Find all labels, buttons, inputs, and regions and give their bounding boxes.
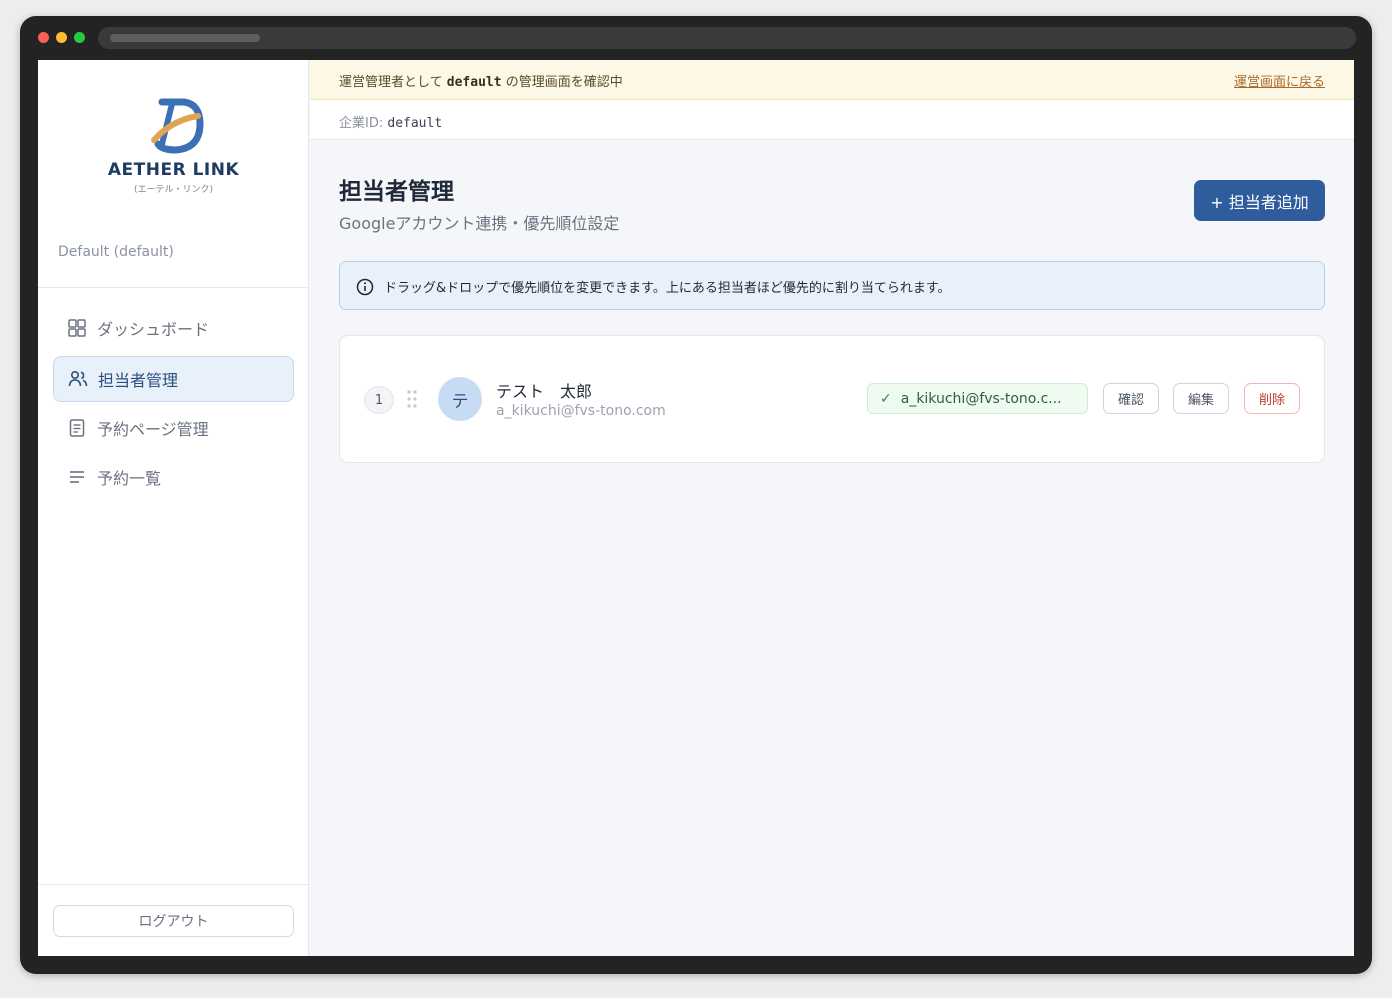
info-icon: [356, 278, 374, 296]
google-linked-badge: ✓ a_kikuchi@fvs-tono.c...: [867, 383, 1088, 414]
delete-button[interactable]: 削除: [1244, 383, 1300, 414]
close-window-button[interactable]: [38, 32, 49, 43]
grid-icon: [68, 319, 86, 337]
address-bar[interactable]: [98, 27, 1356, 49]
banner-prefix: 運営管理者として: [339, 75, 443, 90]
sidebar-item-label: ダッシュボード: [97, 320, 210, 339]
sidebar-item-staff[interactable]: 担当者管理: [53, 356, 294, 402]
back-to-admin-link[interactable]: 運営画面に戻る: [1234, 71, 1325, 90]
maximize-window-button[interactable]: [74, 32, 85, 43]
company-id-bar: 企業ID: default: [310, 100, 1354, 140]
confirm-button[interactable]: 確認: [1103, 383, 1159, 414]
page-subtitle: Googleアカウント連携・優先順位設定: [339, 214, 620, 233]
page-viewport: AETHER LINK (エーテル・リンク) Default (default)…: [38, 60, 1354, 956]
banner-suffix: の管理画面を確認中: [505, 75, 623, 90]
info-alert: ドラッグ&ドロップで優先順位を変更できます。上にある担当者ほど優先的に割り当てら…: [339, 261, 1325, 310]
brand-name: AETHER LINK: [107, 160, 240, 180]
users-icon: [68, 370, 88, 387]
sidebar-item-label: 予約一覧: [97, 469, 162, 488]
sidebar-item-dashboard[interactable]: ダッシュボード: [53, 305, 294, 351]
staff-email: a_kikuchi@fvs-tono.com: [496, 403, 666, 419]
brand-subtitle: (エーテル・リンク): [133, 185, 214, 195]
aether-link-logo-icon: [151, 98, 204, 154]
sidebar-item-bookings[interactable]: 予約一覧: [53, 454, 294, 500]
logout-button[interactable]: ログアウト: [53, 905, 294, 937]
company-id: 企業ID: default: [339, 112, 442, 131]
tenant-name: Default (default): [58, 244, 174, 260]
banner-message: 運営管理者として default の管理画面を確認中: [339, 71, 623, 90]
list-icon: [70, 471, 84, 483]
check-icon: ✓: [880, 390, 892, 407]
sidebar-bottom-divider: [38, 884, 309, 885]
sidebar-item-label: 担当者管理: [98, 371, 179, 390]
company-id-value: default: [387, 116, 443, 131]
title-bar: [20, 16, 1372, 60]
drag-handle-icon[interactable]: [406, 388, 418, 410]
company-id-label: 企業ID:: [339, 116, 384, 131]
avatar: テ: [438, 377, 482, 421]
info-alert-text: ドラッグ&ドロップで優先順位を変更できます。上にある担当者ほど優先的に割り当てら…: [384, 281, 951, 296]
sidebar: AETHER LINK (エーテル・リンク) Default (default)…: [38, 60, 309, 956]
sidebar-item-booking-pages[interactable]: 予約ページ管理: [53, 405, 294, 451]
add-staff-button[interactable]: + 担当者追加: [1194, 180, 1325, 221]
admin-impersonation-banner: 運営管理者として default の管理画面を確認中 運営画面に戻る: [310, 60, 1354, 100]
priority-rank-badge: 1: [364, 386, 394, 414]
document-icon: [69, 419, 85, 437]
sidebar-item-label: 予約ページ管理: [97, 420, 209, 439]
sidebar-divider: [38, 287, 309, 288]
address-bar-placeholder: [110, 34, 260, 42]
browser-window: AETHER LINK (エーテル・リンク) Default (default)…: [20, 16, 1372, 974]
minimize-window-button[interactable]: [56, 32, 67, 43]
staff-name: テスト 太郎: [496, 382, 593, 401]
edit-button[interactable]: 編集: [1173, 383, 1229, 414]
staff-card: 1 テ テスト 太郎 a_kikuchi@fvs-tono.com ✓ a_ki…: [339, 335, 1325, 463]
google-account-email: a_kikuchi@fvs-tono.c...: [900, 390, 1062, 407]
page-title: 担当者管理: [339, 179, 454, 205]
banner-tenant-code: default: [446, 75, 502, 90]
